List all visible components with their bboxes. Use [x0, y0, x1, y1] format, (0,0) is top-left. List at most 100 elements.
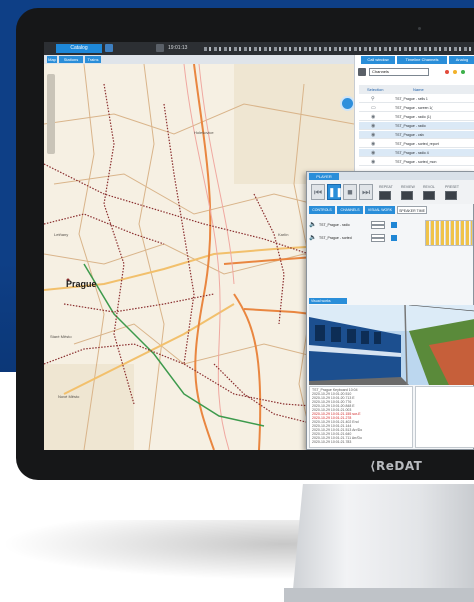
row-name: TST_Prague - sorted_mon — [395, 160, 437, 164]
tab-timeline-channels[interactable]: Timeline Channels — [397, 56, 447, 64]
tab-speaker-time[interactable]: SPEAKER TIME — [397, 206, 427, 214]
map-label-nove-mesto: Nové Město — [58, 394, 80, 399]
screen-icon: ▭ — [371, 105, 376, 111]
map-label-holesovice: Holešovice — [194, 130, 214, 135]
log-detail-pane[interactable] — [415, 386, 474, 448]
row-name: TST_Prague - radio (1) — [395, 115, 431, 119]
tab-call-window[interactable]: Call window — [361, 56, 395, 64]
review-label: REVIEW — [401, 185, 415, 189]
status-red-icon — [445, 70, 449, 74]
compass-icon[interactable] — [340, 96, 355, 111]
zoom-slider[interactable] — [47, 74, 55, 154]
brand-text: ReDAT — [375, 459, 423, 473]
app-screen: Catalog 19:01:13 Map Stations Trains Hol… — [44, 42, 474, 450]
tab-map[interactable]: Map — [47, 56, 57, 63]
channel-option-2[interactable] — [371, 225, 385, 229]
row-name: TST_Prague - radio 4 — [395, 151, 429, 155]
stop-button[interactable]: ■ — [343, 184, 357, 200]
player-controls: ⏮ ❚❚ ■ ⏭ REPEAT REVIEW REVOL PRESET — [307, 180, 474, 204]
radio-icon: ◉ — [371, 132, 376, 138]
review-icon[interactable] — [401, 191, 413, 200]
header-name: Name — [413, 87, 424, 92]
pause-button[interactable]: ❚❚ — [327, 184, 344, 200]
channel-name: TST_Prague - sorted — [319, 236, 352, 240]
video-header: Visual works — [309, 298, 347, 304]
video-frame[interactable] — [309, 305, 474, 385]
channel-table-header: Selection Name — [359, 85, 474, 94]
player-header: PLAYER — [307, 172, 474, 180]
table-row-selected[interactable]: ◉ TST_Prague - radio — [359, 122, 474, 130]
row-name: TST_Prague - screen 1( — [395, 106, 433, 110]
channel-name: TST_Prague - radio — [319, 223, 350, 227]
table-row[interactable]: ⚲ TST_Prague - sells 1 — [359, 95, 474, 103]
table-row[interactable]: ◉ TST_Prague - sorted_report — [359, 140, 474, 148]
player-window: PLAYER ⏮ ❚❚ ■ ⏭ REPEAT REVIEW REVOL PRES… — [306, 171, 474, 450]
table-row[interactable]: ◉ TST_Prague - sorted_mon — [359, 158, 474, 166]
tab-channels[interactable]: CHANNELS — [337, 206, 363, 214]
camera-icon — [418, 27, 421, 30]
row-name: TST_Prague - cslv — [395, 133, 424, 137]
rewind-button[interactable]: ⏮ — [311, 184, 325, 200]
channels-select[interactable]: Channels — [369, 68, 429, 76]
preset-label: PRESET — [445, 185, 460, 189]
map-label-stare-mesto: Staré Město — [50, 334, 72, 339]
catalog-tab[interactable]: Catalog — [56, 44, 102, 53]
tab-trains[interactable]: Trains — [85, 56, 101, 63]
stop-icon: ■ — [347, 187, 353, 197]
table-row[interactable]: ◉ TST_Prague - radio (1) — [359, 113, 474, 121]
event-log[interactable]: TST_Prague Keyboard 10:04 2020-10-29 10:… — [309, 386, 413, 448]
revol-label: REVOL — [423, 185, 435, 189]
row-name: TST_Prague - sells 1 — [395, 97, 428, 101]
channel-row[interactable]: 🔈 TST_Prague - radio — [309, 220, 405, 230]
channel-row[interactable]: 🔈 TST_Prague - sorted — [309, 233, 405, 243]
table-row-selected[interactable]: ◉ TST_Prague - cslv — [359, 131, 474, 139]
speaker-icon: 🔈 — [309, 235, 317, 241]
level-meter — [425, 220, 473, 246]
radio-icon: ◉ — [371, 150, 376, 156]
forward-button[interactable]: ⏭ — [359, 184, 373, 200]
tab-controls[interactable]: CONTROLS — [309, 206, 335, 214]
row-name: TST_Prague - sorted_report — [395, 142, 439, 146]
monitor-stand — [292, 484, 474, 600]
filter-icon[interactable] — [358, 68, 366, 76]
forward-icon: ⏭ — [361, 187, 371, 197]
tab-stations[interactable]: Stations — [59, 56, 83, 63]
row-name: TST_Prague - radio — [395, 124, 426, 128]
pause-icon[interactable] — [156, 44, 164, 52]
monitor-stand-base — [284, 588, 474, 602]
radio-icon: ◉ — [371, 141, 376, 147]
tab-visual-work[interactable]: VISUAL WORK — [365, 206, 395, 214]
map-label-letnany: Letňany — [54, 232, 69, 237]
preset-icon[interactable] — [445, 191, 457, 200]
repeat-icon[interactable] — [379, 191, 391, 200]
radio-icon: ◉ — [371, 123, 376, 129]
channel-option-2[interactable] — [371, 238, 385, 242]
radio-icon: ◉ — [371, 159, 376, 165]
train-video-image — [309, 305, 474, 385]
speaker-icon: 🔈 — [309, 222, 317, 228]
brand-logo: ⟨ReDAT — [370, 459, 423, 473]
player-tabs: CONTROLS CHANNELS VISUAL WORK SPEAKER TI… — [307, 205, 474, 214]
table-row[interactable]: ▭ TST_Prague - screen 1( — [359, 104, 474, 112]
left-tab-bar: Map Stations Trains — [44, 55, 354, 64]
repeat-label: REPEAT — [379, 185, 393, 189]
map-label-karlin: Karlín — [278, 232, 289, 237]
radio-icon: ◉ — [371, 114, 376, 120]
revol-icon[interactable] — [423, 191, 435, 200]
header-selection: Selection — [367, 87, 384, 92]
status-green-icon — [461, 70, 465, 74]
tab-analog[interactable]: Analog — [449, 56, 474, 64]
table-row-selected[interactable]: ◉ TST_Prague - radio 4 — [359, 149, 474, 157]
channel-toggle[interactable] — [391, 222, 397, 228]
time-readout: 19:01:13 — [168, 45, 188, 51]
player-title-tab[interactable]: PLAYER — [309, 173, 339, 180]
rewind-icon: ⏮ — [313, 187, 323, 197]
log-line: 2020-10-29 10:01:21.783 — [312, 440, 352, 444]
search-icon[interactable] — [105, 44, 113, 52]
pause-icon: ❚❚ — [328, 187, 344, 197]
channel-toggle[interactable] — [391, 235, 397, 241]
status-yellow-icon — [453, 70, 457, 74]
pin-icon: ⚲ — [371, 96, 375, 102]
timeline-strip[interactable] — [204, 47, 474, 51]
city-label: Prague — [66, 279, 97, 289]
